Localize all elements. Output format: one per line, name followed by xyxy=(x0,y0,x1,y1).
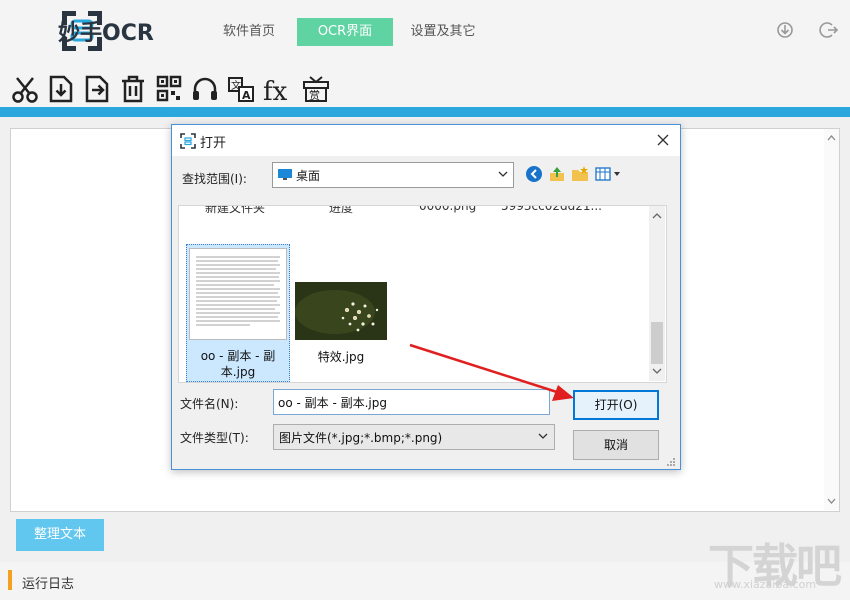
tab-settings[interactable]: 设置及其它 xyxy=(402,18,484,46)
close-icon[interactable] xyxy=(652,129,674,151)
up-folder-icon[interactable] xyxy=(548,165,566,183)
scrollbar-thumb[interactable] xyxy=(651,322,663,364)
gift-icon[interactable]: 赏 xyxy=(302,74,330,104)
export-icon[interactable] xyxy=(83,74,111,104)
lookin-value: 桌面 xyxy=(296,169,321,183)
formula-icon[interactable]: fx xyxy=(263,74,293,104)
app-logo-text: 妙手OCR xyxy=(58,21,154,46)
open-button[interactable]: 打开(O) xyxy=(573,390,659,420)
filetype-label: 文件类型(T): xyxy=(180,431,249,445)
tidy-text-button[interactable]: 整理文本 xyxy=(16,519,104,551)
file-list-pane[interactable]: 新建文件夹 进度 0000.png 5993cc02dd21... oo - 副… xyxy=(178,205,667,383)
photo-thumbnail xyxy=(295,282,387,340)
headset-icon[interactable] xyxy=(191,74,219,104)
svg-text:A: A xyxy=(242,89,251,102)
lookin-label: 查找范围(I): xyxy=(182,172,247,186)
translate-icon[interactable]: 文 A xyxy=(227,74,255,104)
file-name: oo - 副本 - 副本.jpg xyxy=(200,349,276,379)
resize-grip-icon[interactable] xyxy=(664,455,676,467)
app-small-icon xyxy=(180,133,196,149)
filetype-value: 图片文件(*.jpg;*.bmp;*.png) xyxy=(279,431,443,445)
gift-glyph: 赏 xyxy=(309,89,320,102)
download-icon[interactable] xyxy=(775,20,795,40)
clipped-file-name[interactable]: 新建文件夹 xyxy=(205,206,265,216)
chevron-down-icon[interactable] xyxy=(498,169,508,179)
qr-code-icon[interactable] xyxy=(155,74,183,104)
cancel-button[interactable]: 取消 xyxy=(573,430,659,460)
clipped-file-name[interactable]: 进度 xyxy=(329,206,353,216)
document-thumbnail xyxy=(189,248,287,340)
logout-icon[interactable] xyxy=(819,20,839,40)
filename-input[interactable] xyxy=(273,389,550,415)
log-label: 运行日志 xyxy=(22,577,75,592)
formula-glyph: fx xyxy=(263,77,288,104)
back-icon[interactable] xyxy=(525,165,543,183)
text-panel-scrollbar[interactable] xyxy=(824,129,839,510)
filename-label: 文件名(N): xyxy=(180,397,239,411)
dialog-title: 打开 xyxy=(200,136,227,151)
watermark-url: www.xiazaiba.com xyxy=(714,578,817,591)
import-icon[interactable] xyxy=(47,74,75,104)
scissors-icon[interactable] xyxy=(11,74,39,104)
new-folder-icon[interactable] xyxy=(571,165,589,183)
clipped-file-name[interactable]: 0000.png xyxy=(419,206,476,213)
trash-icon[interactable] xyxy=(119,74,147,104)
log-accent xyxy=(8,570,12,590)
desktop-icon xyxy=(278,169,292,180)
accent-bar xyxy=(0,107,850,117)
clipped-file-name[interactable]: 5993cc02dd21... xyxy=(501,206,602,213)
dialog-titlebar[interactable] xyxy=(172,125,680,156)
view-menu-icon[interactable] xyxy=(595,165,623,183)
tab-home[interactable]: 软件首页 xyxy=(212,18,286,46)
file-name[interactable]: 特效.jpg xyxy=(295,348,387,365)
open-file-dialog: 打开 查找范围(I): 桌面 新建文件夹 进度 0000.png 5993cc0… xyxy=(171,124,681,470)
chevron-down-icon[interactable] xyxy=(538,431,548,441)
tab-ocr[interactable]: OCR界面 xyxy=(297,18,393,46)
